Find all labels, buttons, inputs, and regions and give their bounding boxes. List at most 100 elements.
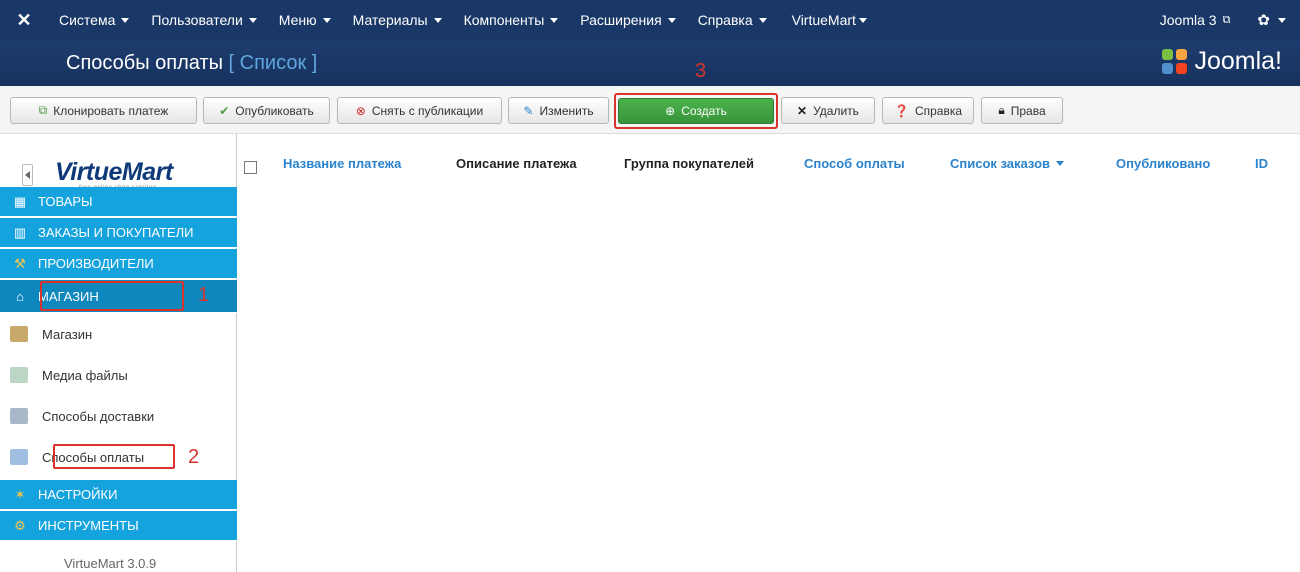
sidebar-item-label: ПРОИЗВОДИТЕЛИ bbox=[38, 256, 154, 271]
step-2-marker: 2 bbox=[188, 446, 200, 468]
clone-payment-label: Клонировать платеж bbox=[53, 103, 169, 118]
chevron-down-icon bbox=[1278, 17, 1286, 23]
column-label: Название платежа bbox=[283, 156, 402, 171]
column-shopper-group: Группа покупателей bbox=[624, 156, 754, 171]
column-label: Список заказов bbox=[950, 156, 1051, 171]
highlight-create-button bbox=[614, 93, 778, 129]
joomla-logo-text: Joomla! bbox=[1194, 47, 1282, 75]
chevron-down-icon bbox=[433, 17, 442, 23]
column-label: Описание платежа bbox=[456, 156, 577, 171]
column-payment-name[interactable]: Название платежа bbox=[283, 156, 401, 171]
column-published[interactable]: Опубликовано bbox=[1116, 156, 1210, 171]
edit-button[interactable]: ✎ Изменить bbox=[508, 97, 609, 124]
site-link[interactable]: Joomla 3 ⧉ bbox=[1149, 0, 1247, 40]
sidebar-item-label: ИНСТРУМЕНТЫ bbox=[38, 518, 139, 533]
select-all-checkbox[interactable] bbox=[244, 161, 257, 174]
unpublish-label: Снять с публикации bbox=[371, 103, 484, 118]
virtuemart-version: VirtueMart 3.0.9 bbox=[64, 556, 157, 571]
chevron-down-icon bbox=[121, 17, 130, 23]
check-icon: ✔ bbox=[219, 103, 230, 118]
highlight-payment-methods bbox=[53, 444, 175, 469]
sidebar-item-tools[interactable]: ⚙ ИНСТРУМЕНТЫ bbox=[0, 511, 237, 541]
sidebar-item-products[interactable]: ▦ ТОВАРЫ bbox=[0, 187, 237, 217]
menu-help-label: Справка bbox=[697, 12, 753, 28]
media-icon bbox=[10, 367, 28, 383]
menu-extensions[interactable]: Расширения bbox=[569, 0, 686, 40]
edit-icon: ✎ bbox=[523, 103, 534, 118]
joomla-logo-icon bbox=[1162, 48, 1188, 75]
chevron-down-icon bbox=[758, 17, 767, 23]
sidebar-subitem-shop[interactable]: Магазин bbox=[0, 314, 237, 354]
sort-desc-icon bbox=[1056, 161, 1065, 166]
sidebar-collapse-toggle[interactable] bbox=[22, 164, 33, 186]
page-title: Способы оплаты [ Список ] bbox=[66, 52, 317, 75]
column-payment-method[interactable]: Способ оплаты bbox=[804, 156, 905, 171]
column-label: Группа покупателей bbox=[624, 156, 754, 171]
chevron-down-icon bbox=[858, 17, 867, 23]
sidebar-subitem-label: Магазин bbox=[42, 326, 93, 342]
sidebar-subitem-media[interactable]: Медиа файлы bbox=[0, 355, 237, 395]
publish-label: Опубликовать bbox=[235, 103, 314, 118]
menu-system[interactable]: Система bbox=[48, 0, 140, 40]
shop-icon bbox=[10, 326, 28, 342]
delete-button[interactable]: ✕ Удалить bbox=[781, 97, 875, 124]
unpublish-button[interactable]: ⊗ Снять с публикации bbox=[337, 97, 502, 124]
clone-payment-button[interactable]: ⧉ Клонировать платеж bbox=[10, 97, 197, 124]
sidebar-subitem-shipping[interactable]: Способы доставки bbox=[0, 396, 237, 436]
menu-menus-label: Меню bbox=[278, 12, 317, 28]
wrench-icon: ⚒ bbox=[14, 255, 26, 271]
menu-components-label: Компоненты bbox=[463, 12, 545, 28]
chevron-down-icon bbox=[322, 17, 331, 23]
payment-icon bbox=[10, 449, 28, 465]
column-order-list[interactable]: Список заказов bbox=[950, 156, 1065, 171]
sidebar-item-manufacturers[interactable]: ⚒ ПРОИЗВОДИТЕЛИ bbox=[0, 249, 237, 279]
menu-content-label: Материалы bbox=[352, 12, 428, 28]
page-subtitle: [ Список ] bbox=[228, 51, 318, 74]
question-icon: ❓ bbox=[893, 103, 909, 118]
step-3-marker: 3 bbox=[695, 60, 707, 82]
sidebar-item-orders[interactable]: ▥ ЗАКАЗЫ И ПОКУПАТЕЛИ bbox=[0, 218, 237, 248]
menu-content[interactable]: Материалы bbox=[342, 0, 453, 40]
menu-help[interactable]: Справка bbox=[687, 0, 778, 40]
menu-system-label: Система bbox=[59, 12, 116, 28]
sidebar-subitem-label: Способы доставки bbox=[42, 408, 155, 424]
shop-icon: ⌂ bbox=[16, 288, 24, 304]
settings-menu[interactable]: ✿ bbox=[1246, 0, 1300, 40]
site-link-label: Joomla 3 bbox=[1159, 12, 1217, 28]
orders-icon: ▥ bbox=[13, 224, 27, 240]
page-title-text: Способы оплаты bbox=[66, 51, 223, 74]
publish-button[interactable]: ✔ Опубликовать bbox=[203, 97, 330, 124]
permissions-label: Права bbox=[1010, 103, 1046, 118]
column-id[interactable]: ID bbox=[1255, 156, 1268, 171]
copy-icon: ⧉ bbox=[38, 103, 48, 117]
permissions-button[interactable]: 🔒︎ Права bbox=[981, 97, 1063, 124]
sidebar-item-label: ТОВАРЫ bbox=[38, 194, 93, 209]
menu-menus[interactable]: Меню bbox=[268, 0, 342, 40]
sidebar-item-label: ЗАКАЗЫ И ПОКУПАТЕЛИ bbox=[38, 225, 194, 240]
menu-users-label: Пользователи bbox=[151, 12, 243, 28]
chevron-down-icon bbox=[550, 17, 559, 23]
sidebar-subitem-label: Медиа файлы bbox=[42, 367, 128, 383]
gear-icon: ✿ bbox=[1257, 12, 1270, 29]
menu-extensions-label: Расширения bbox=[580, 12, 662, 28]
sidebar-item-label: НАСТРОЙКИ bbox=[38, 487, 118, 502]
help-label: Справка bbox=[914, 103, 963, 118]
lock-icon: 🔒︎ bbox=[998, 103, 1005, 117]
delete-label: Удалить bbox=[813, 103, 859, 118]
delete-icon: ✕ bbox=[797, 103, 808, 118]
step-1-marker: 1 bbox=[198, 284, 210, 306]
joomla-menu-icon[interactable]: ✕ bbox=[0, 0, 48, 40]
help-button[interactable]: ❓ Справка bbox=[882, 97, 974, 124]
products-icon: ▦ bbox=[13, 193, 27, 209]
virtuemart-logo-text: VirtueMart bbox=[55, 158, 173, 186]
edit-label: Изменить bbox=[539, 103, 594, 118]
highlight-shop-section bbox=[40, 281, 184, 311]
chevron-down-icon bbox=[248, 17, 257, 23]
external-link-icon: ⧉ bbox=[1222, 13, 1231, 26]
settings-icon: ✶ bbox=[14, 486, 26, 502]
sidebar-item-settings[interactable]: ✶ НАСТРОЙКИ bbox=[0, 480, 237, 510]
menu-users[interactable]: Пользователи bbox=[140, 0, 267, 40]
menu-components[interactable]: Компоненты bbox=[453, 0, 570, 40]
menu-virtuemart[interactable]: VirtueMart bbox=[778, 0, 878, 40]
chevron-down-icon bbox=[667, 17, 676, 23]
